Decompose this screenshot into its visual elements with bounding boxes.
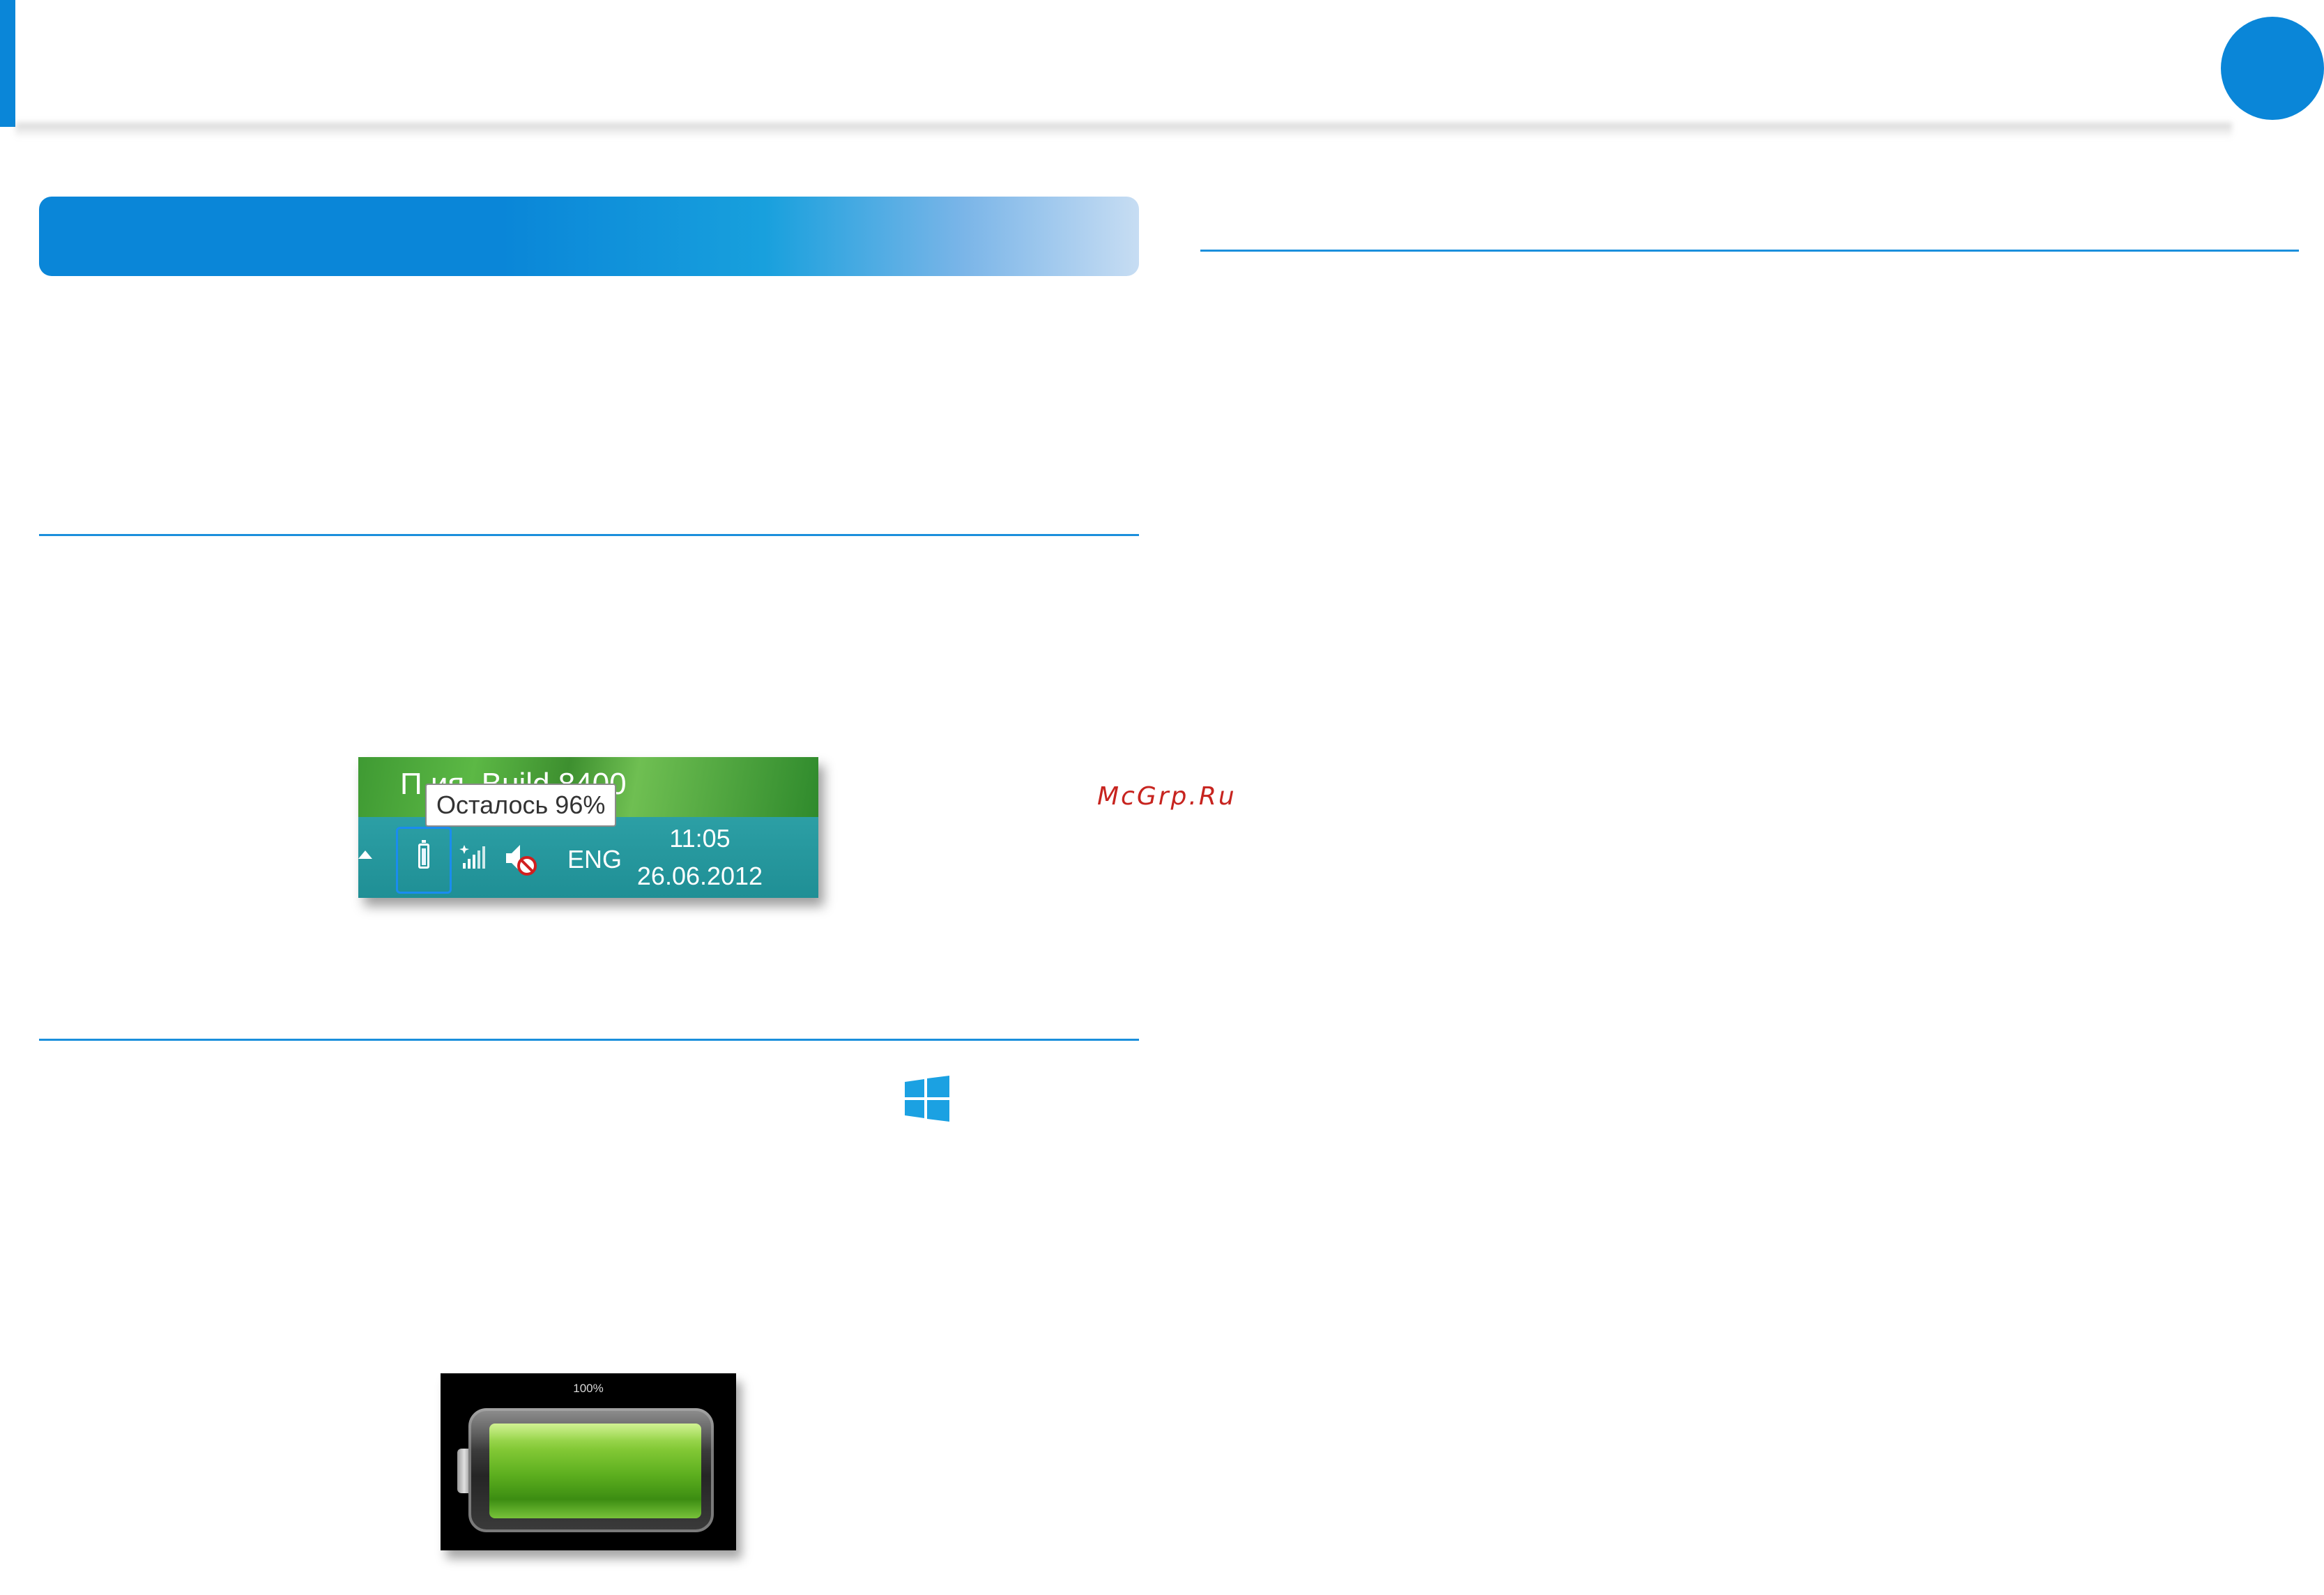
show-hidden-icons-icon[interactable] (358, 850, 372, 859)
battery-icon[interactable] (418, 840, 429, 869)
section-divider (39, 534, 1139, 536)
section-divider (39, 1039, 1139, 1041)
battery-tooltip: Осталось 96% (425, 784, 617, 827)
section-title-banner (39, 197, 1139, 276)
section-divider (1200, 250, 2299, 252)
header-shadow (15, 123, 2232, 138)
clock-time[interactable]: 11:05 (630, 824, 770, 853)
taskbar-screenshot: П ия. Build 8400 Осталось 96% ENG 11:05 … (358, 757, 818, 898)
chapter-badge (2221, 17, 2324, 120)
network-icon[interactable] (457, 842, 488, 873)
volume-muted-icon[interactable] (503, 841, 540, 877)
watermark: McGrp.Ru (1097, 782, 1237, 811)
clock-date[interactable]: 26.06.2012 (630, 862, 770, 891)
language-indicator[interactable]: ENG (567, 845, 622, 874)
windows-logo-icon (905, 1076, 949, 1122)
battery-gloss (468, 1408, 714, 1450)
battery-charge-screen: 100% (441, 1373, 736, 1550)
header-accent-bar (0, 0, 15, 127)
battery-percent-label: 100% (573, 1382, 604, 1395)
